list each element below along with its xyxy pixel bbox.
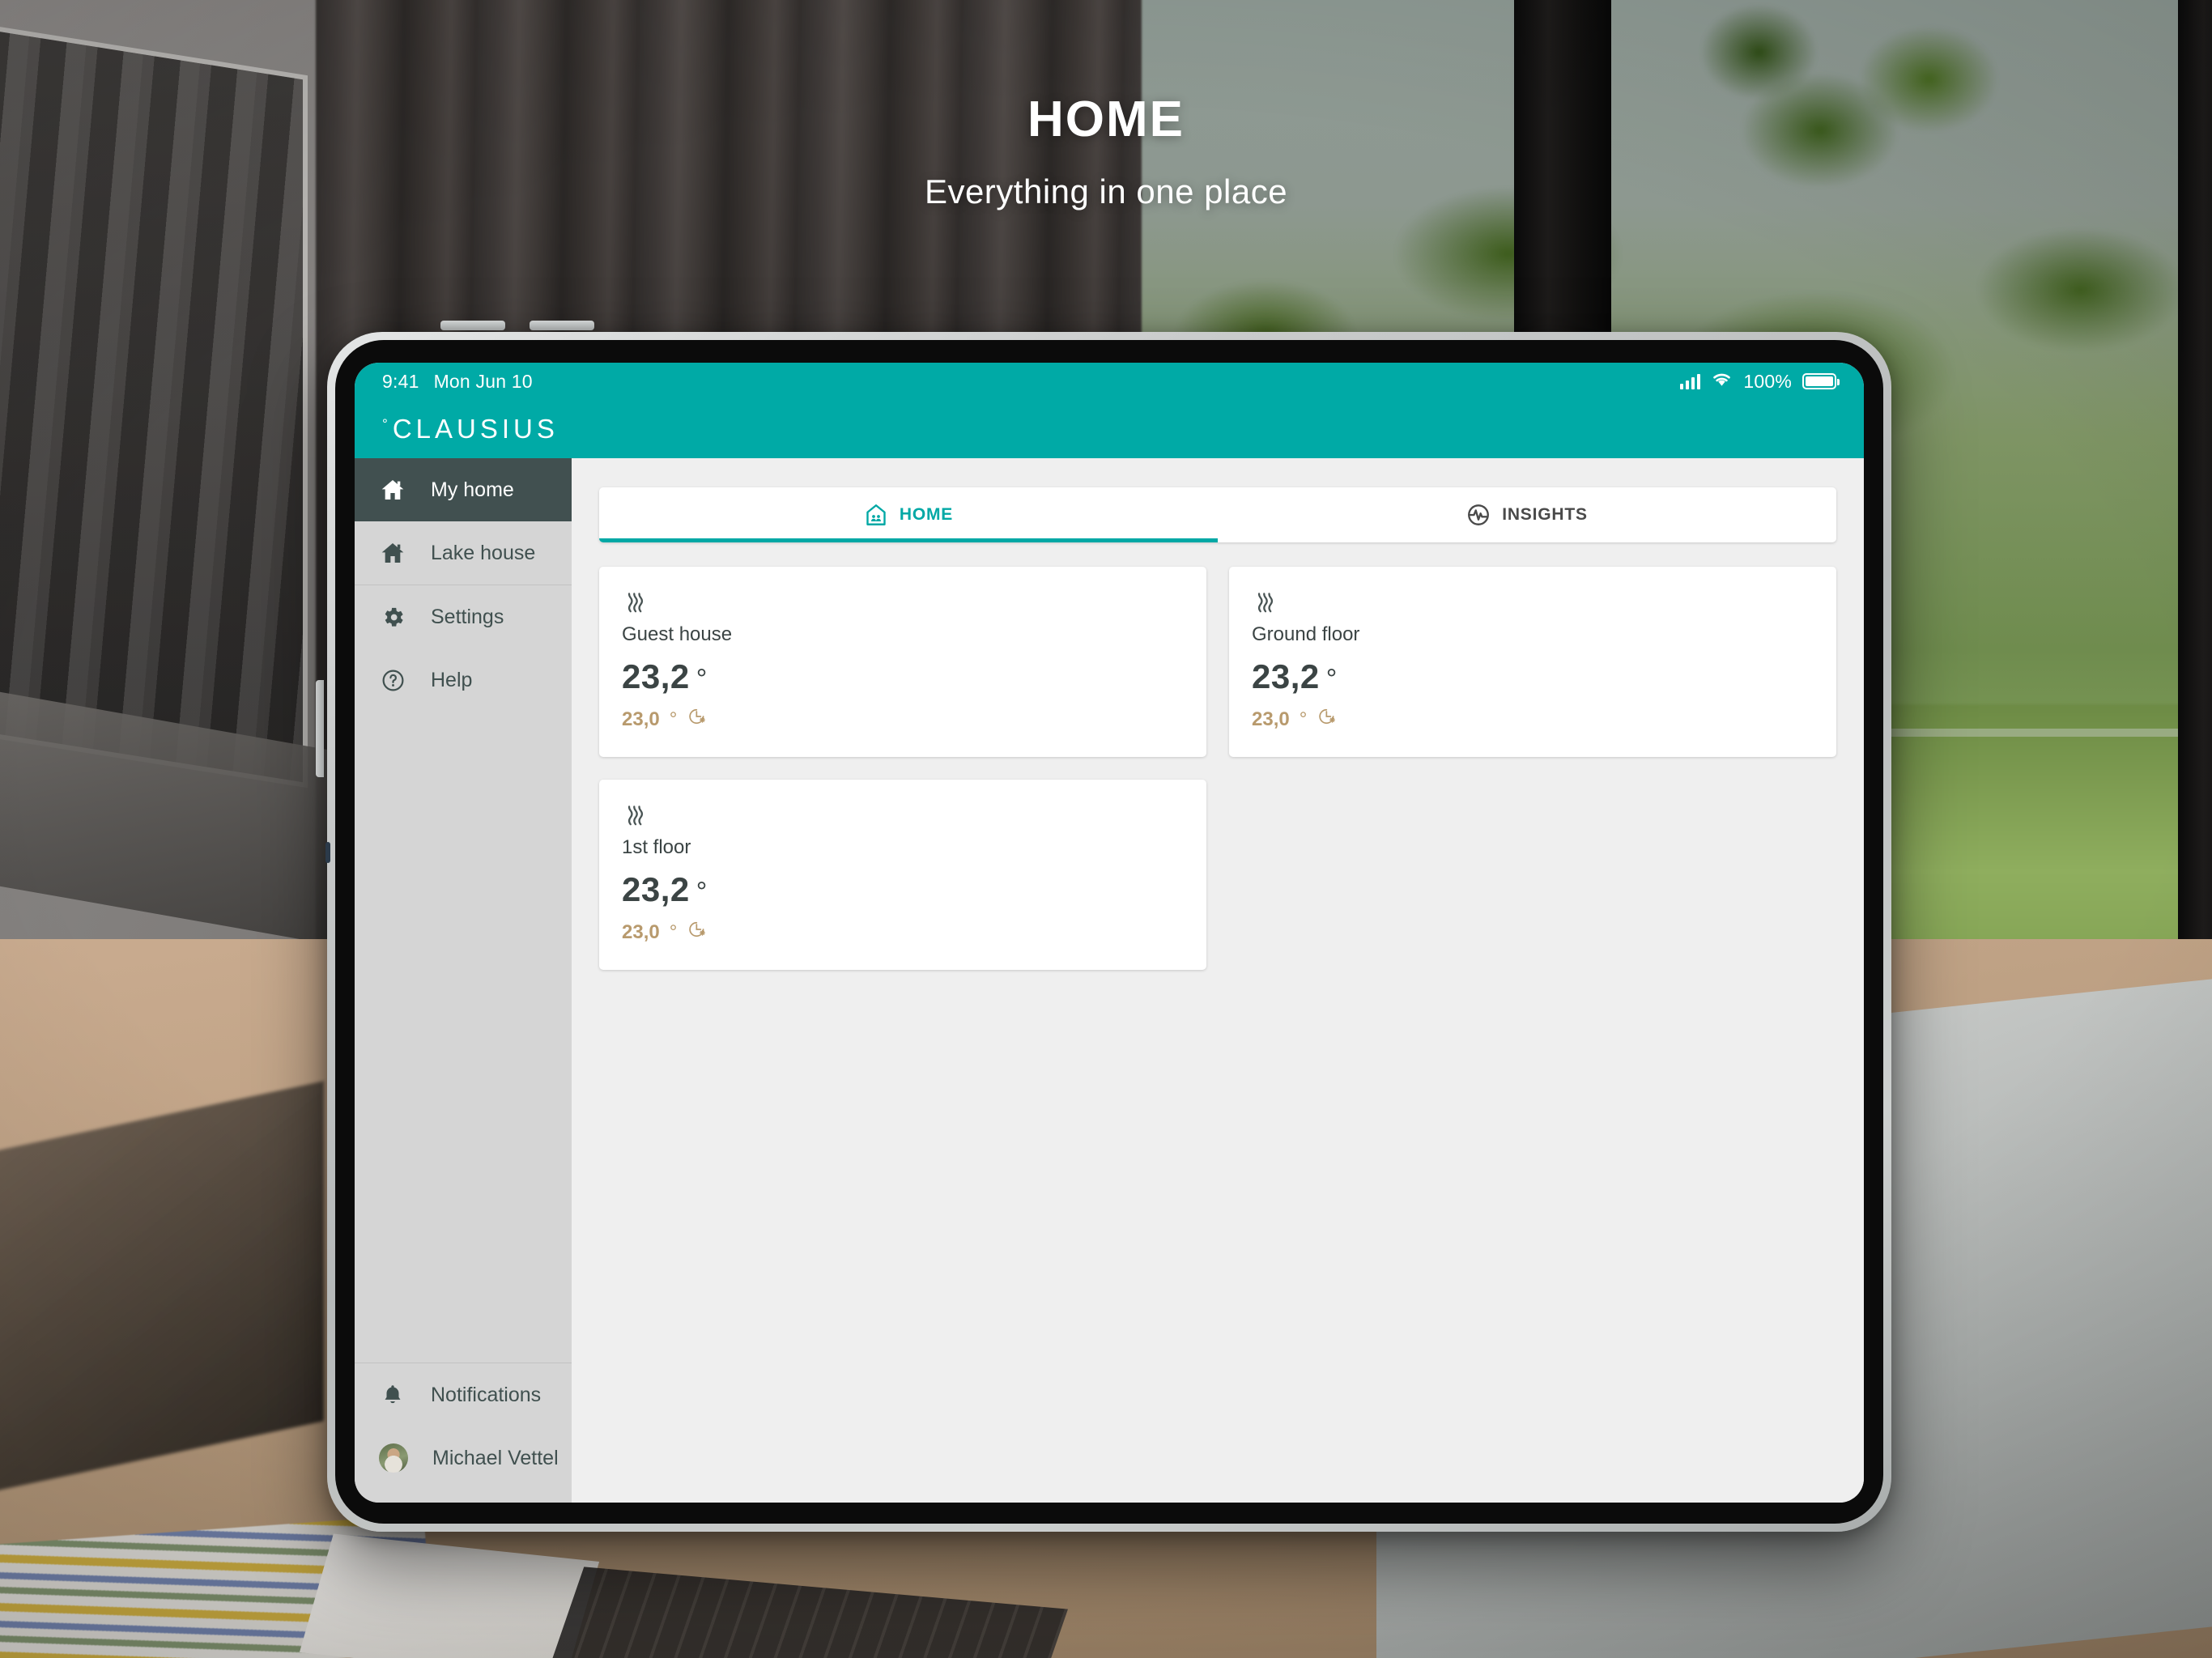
- zone-target-temp-degree: °: [669, 920, 678, 943]
- device-port: [325, 842, 330, 863]
- tablet-device: 9:41 Mon Jun 10 100% ° CLAUSIUS My home …: [316, 321, 1891, 1532]
- sidebar-item-help[interactable]: Help: [355, 648, 572, 712]
- sidebar-item-label: Lake house: [431, 541, 536, 564]
- zone-target-temp-value: 23,0: [622, 920, 660, 943]
- tab-label: INSIGHTS: [1502, 505, 1588, 524]
- logo-degree-symbol: °: [382, 416, 392, 432]
- question-circle-icon: [379, 666, 406, 694]
- zone-target-temp-degree: °: [1299, 708, 1308, 730]
- zone-target-temp-value: 23,0: [1252, 708, 1290, 730]
- status-date: Mon Jun 10: [433, 370, 533, 392]
- zone-current-temp-degree: °: [696, 664, 708, 695]
- zone-current-temp-degree: °: [696, 877, 708, 908]
- tab-label: HOME: [899, 505, 954, 524]
- sidebar-secondary-nav: Notifications Michael Vettel: [355, 1363, 572, 1503]
- gear-icon: [379, 603, 406, 631]
- logo-text: CLAUSIUS: [392, 414, 559, 444]
- page-subtitle: Everything in one place: [924, 172, 1288, 210]
- zone-current-temperature: 23,2 °: [1252, 657, 1814, 696]
- zone-current-temperature: 23,2 °: [622, 870, 1184, 909]
- status-bar: 9:41 Mon Jun 10 100%: [355, 363, 1864, 400]
- zone-target-temperature: 23,0 °: [622, 919, 1184, 946]
- sidebar-item-notifications[interactable]: Notifications: [355, 1363, 572, 1426]
- zone-current-temperature: 23,2 °: [622, 657, 1184, 696]
- zone-card-list: Guest house 23,2 ° 23,0 ° Ground floor 2…: [599, 567, 1836, 970]
- tab-insights[interactable]: INSIGHTS: [1218, 487, 1836, 542]
- house-people-icon: [864, 503, 888, 527]
- sidebar-item-label: Settings: [431, 605, 504, 628]
- avatar: [379, 1443, 408, 1473]
- sidebar: My home Lake house Settings Help Notific…: [355, 458, 572, 1503]
- zone-target-temperature: 23,0 °: [1252, 706, 1814, 733]
- zone-current-temp-value: 23,2: [622, 657, 690, 695]
- zone-card[interactable]: 1st floor 23,2 ° 23,0 °: [599, 780, 1206, 970]
- zone-target-temperature: 23,0 °: [622, 706, 1184, 733]
- heat-waves-icon: [622, 588, 1184, 615]
- sidebar-item-label: Help: [431, 668, 473, 691]
- app-body: My home Lake house Settings Help Notific…: [355, 458, 1864, 1503]
- device-volume-button[interactable]: [316, 680, 324, 777]
- hero-section: HOME Everything in one place: [0, 0, 2212, 211]
- status-bar-right: 100%: [1680, 370, 1840, 393]
- zone-target-temp-value: 23,0: [622, 708, 660, 730]
- app-header: 9:41 Mon Jun 10 100% ° CLAUSIUS: [355, 363, 1864, 458]
- battery-full-icon: [1802, 373, 1840, 389]
- app-screen: 9:41 Mon Jun 10 100% ° CLAUSIUS My home …: [355, 363, 1864, 1503]
- zone-name: Guest house: [622, 623, 733, 645]
- main-content: HOME INSIGHTS Guest house 23,2 ° 23,0 ° …: [572, 458, 1864, 1503]
- zone-current-temp-degree: °: [1325, 664, 1338, 695]
- zone-current-temp-value: 23,2: [1252, 657, 1320, 695]
- clock-schedule-icon: [687, 919, 708, 946]
- battery-percent-label: 100%: [1743, 370, 1792, 392]
- sidebar-item-lake-house[interactable]: Lake house: [355, 521, 572, 585]
- zone-name: 1st floor: [622, 836, 691, 858]
- sidebar-item-user-profile[interactable]: Michael Vettel: [355, 1426, 572, 1490]
- pulse-circle-icon: [1466, 503, 1491, 527]
- zone-target-temp-degree: °: [669, 708, 678, 730]
- zone-card[interactable]: Ground floor 23,2 ° 23,0 °: [1229, 567, 1836, 757]
- app-logo: ° CLAUSIUS: [382, 414, 559, 444]
- heat-waves-icon: [622, 801, 1184, 828]
- clock-schedule-icon: [1317, 706, 1338, 733]
- status-bar-left: 9:41 Mon Jun 10: [382, 371, 533, 393]
- sidebar-item-label: My home: [431, 478, 514, 501]
- zone-current-temp-value: 23,2: [622, 870, 690, 908]
- sidebar-item-my-home[interactable]: My home: [355, 458, 572, 521]
- sidebar-item-settings[interactable]: Settings: [355, 585, 572, 648]
- zone-name: Ground floor: [1252, 623, 1360, 645]
- device-speaker: [440, 321, 505, 330]
- sidebar-item-label: Notifications: [431, 1383, 542, 1406]
- device-speaker: [530, 321, 594, 330]
- zone-card[interactable]: Guest house 23,2 ° 23,0 °: [599, 567, 1206, 757]
- brand-bar: ° CLAUSIUS: [355, 400, 1864, 458]
- clock-schedule-icon: [687, 706, 708, 733]
- page-title: HOME: [1027, 91, 1185, 147]
- home-icon: [379, 476, 406, 504]
- tab-bar: HOME INSIGHTS: [599, 487, 1836, 542]
- status-time: 9:41: [382, 370, 419, 392]
- home-icon: [379, 539, 406, 567]
- tab-home[interactable]: HOME: [599, 487, 1218, 542]
- sidebar-user-name: Michael Vettel: [432, 1446, 559, 1469]
- heat-waves-icon: [1252, 588, 1814, 615]
- cellular-signal-icon: [1680, 373, 1701, 389]
- bell-icon: [379, 1381, 406, 1409]
- wifi-icon: [1711, 371, 1733, 393]
- sidebar-primary-nav: My home Lake house Settings Help: [355, 458, 572, 712]
- tablet-bezel: 9:41 Mon Jun 10 100% ° CLAUSIUS My home …: [335, 340, 1883, 1524]
